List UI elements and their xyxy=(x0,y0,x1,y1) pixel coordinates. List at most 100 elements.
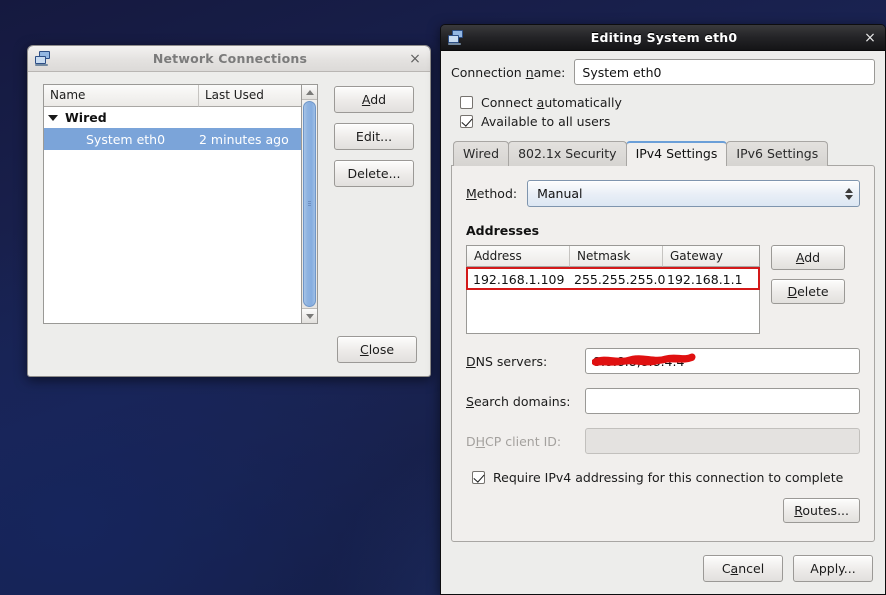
chevron-down-icon[interactable] xyxy=(48,114,58,121)
cell-address[interactable]: 192.168.1.109 xyxy=(468,269,569,288)
available-to-all-users-label: Available to all users xyxy=(481,114,611,129)
network-connections-window: Network Connections × Name Last Used Wir… xyxy=(27,45,431,377)
connections-actions: Add Edit... Delete... xyxy=(318,84,414,324)
edit-dialog-title: Editing System eth0 xyxy=(590,30,738,45)
dhcp-client-id-input xyxy=(585,428,860,454)
close-button-mnemonic: C xyxy=(359,342,369,357)
cell-netmask[interactable]: 255.255.255.0 xyxy=(569,269,665,288)
add-button-label-first: A xyxy=(361,92,371,107)
method-row: Method: Manual xyxy=(466,180,860,207)
dhcp-client-id-label: DHCP client ID: xyxy=(466,433,562,449)
list-item[interactable]: System eth0 2 minutes ago xyxy=(44,128,301,150)
connection-name-label: Connection name: xyxy=(451,64,566,80)
address-delete-label: elete xyxy=(797,284,829,299)
require-ipv4-row[interactable]: Require IPv4 addressing for this connect… xyxy=(472,470,860,485)
scroll-up-button[interactable] xyxy=(302,85,317,100)
column-header-last-used[interactable]: Last Used xyxy=(199,85,301,107)
available-to-all-users-checkbox[interactable] xyxy=(460,115,473,128)
connect-automatically-label: Connect automatically xyxy=(481,95,622,110)
address-delete-button[interactable]: Delete xyxy=(771,279,845,304)
address-add-button[interactable]: Add xyxy=(771,245,845,270)
method-label: Method: xyxy=(466,186,518,201)
connections-list-scrollbar[interactable] xyxy=(301,84,318,324)
list-group-label: Wired xyxy=(65,110,107,125)
table-row[interactable]: 192.168.1.109 255.255.255.0 192.168.1.1 xyxy=(466,267,760,290)
routes-button[interactable]: Routes... xyxy=(783,498,860,523)
dns-servers-row: DNS servers: xyxy=(466,348,860,374)
connections-list[interactable]: Name Last Used Wired System eth0 2 minut… xyxy=(43,84,301,324)
available-to-all-users-row[interactable]: Available to all users xyxy=(460,114,875,129)
column-header-netmask[interactable]: Netmask xyxy=(570,246,663,267)
edit-dialog-body: Connection name: Connect automatically A… xyxy=(441,51,885,594)
network-computers-icon xyxy=(448,29,466,46)
caret-down-icon xyxy=(305,313,314,319)
tab-ipv6-settings[interactable]: IPv6 Settings xyxy=(726,141,829,166)
cell-gateway[interactable]: 192.168.1.1 xyxy=(662,269,758,288)
network-computers-icon xyxy=(35,50,53,67)
addresses-table[interactable]: Address Netmask Gateway 192.168.1.109 25… xyxy=(466,245,760,334)
cancel-label: ncel xyxy=(738,561,765,576)
cancel-prefix: C xyxy=(721,561,731,576)
settings-tabs: Wired 802.1x Security IPv4 Settings IPv6… xyxy=(453,141,875,166)
routes-label: outes... xyxy=(802,503,849,518)
delete-button[interactable]: Delete... xyxy=(334,160,414,187)
connections-area: Name Last Used Wired System eth0 2 minut… xyxy=(43,84,417,324)
connection-name-row: Connection name: xyxy=(451,59,875,85)
close-button[interactable]: Close xyxy=(337,336,417,363)
list-item-last-used: 2 minutes ago xyxy=(199,131,289,147)
add-button-label: dd xyxy=(370,92,387,107)
edit-button[interactable]: Edit... xyxy=(334,123,414,150)
network-connections-body: Name Last Used Wired System eth0 2 minut… xyxy=(28,72,430,376)
connections-list-rows: Wired System eth0 2 minutes ago xyxy=(44,107,301,323)
addresses-title: Addresses xyxy=(466,223,540,238)
tab-ipv4-settings[interactable]: IPv4 Settings xyxy=(625,141,728,166)
addresses-table-header: Address Netmask Gateway xyxy=(467,246,759,267)
require-ipv4-checkbox[interactable] xyxy=(472,471,485,484)
address-add-mnemonic: A xyxy=(795,250,805,265)
scroll-down-button[interactable] xyxy=(302,308,317,323)
close-icon[interactable]: × xyxy=(407,52,423,66)
search-domains-label: Search domains: xyxy=(466,393,571,409)
ipv4-settings-panel: Method: Manual Addresses Address Netmask… xyxy=(451,165,875,542)
addresses-actions: Add Delete xyxy=(771,245,845,334)
tab-802-1x-security[interactable]: 802.1x Security xyxy=(508,141,627,166)
edit-dialog-titlebar: Editing System eth0 × xyxy=(441,25,885,51)
column-header-address[interactable]: Address xyxy=(467,246,570,267)
address-delete-mnemonic: D xyxy=(787,284,798,299)
require-ipv4-label: Require IPv4 addressing for this connect… xyxy=(493,470,844,485)
scrollbar-track[interactable] xyxy=(302,100,317,308)
dns-servers-field-wrap xyxy=(585,348,860,374)
column-header-gateway[interactable]: Gateway xyxy=(663,246,759,267)
address-add-label: dd xyxy=(804,250,821,265)
addresses-area: Address Netmask Gateway 192.168.1.109 25… xyxy=(466,245,860,334)
close-button-label: lose xyxy=(368,342,395,357)
cancel-button[interactable]: Cancel xyxy=(703,555,783,582)
search-domains-input[interactable] xyxy=(585,388,860,414)
list-item-name: System eth0 xyxy=(86,131,166,147)
edit-connection-dialog: Editing System eth0 × Connection name: C… xyxy=(440,24,886,595)
dhcp-client-id-row: DHCP client ID: xyxy=(466,428,860,454)
apply-button[interactable]: Apply... xyxy=(793,555,873,582)
network-connections-titlebar: Network Connections × xyxy=(28,46,430,72)
routes-row: Routes... xyxy=(466,498,860,523)
connection-name-input[interactable] xyxy=(574,59,875,85)
connect-automatically-checkbox[interactable] xyxy=(460,96,473,109)
tab-wired[interactable]: Wired xyxy=(453,141,510,166)
dns-servers-input[interactable] xyxy=(585,348,860,374)
search-domains-row: Search domains: xyxy=(466,388,860,414)
dialog-footer: Cancel Apply... xyxy=(451,542,875,594)
caret-up-icon xyxy=(305,89,314,95)
close-icon[interactable]: × xyxy=(862,31,878,45)
dns-servers-label: DNS servers: xyxy=(466,353,548,369)
connect-automatically-row[interactable]: Connect automatically xyxy=(460,95,875,110)
method-select[interactable]: Manual xyxy=(527,180,860,207)
list-group-wired[interactable]: Wired xyxy=(44,107,301,128)
add-button[interactable]: Add xyxy=(334,86,414,113)
method-value: Manual xyxy=(537,186,583,201)
chevron-updown-icon xyxy=(845,187,853,200)
connections-footer: Close xyxy=(43,324,417,363)
column-header-name[interactable]: Name xyxy=(44,85,199,107)
connections-list-header: Name Last Used xyxy=(44,85,301,107)
scrollbar-thumb[interactable] xyxy=(303,101,316,307)
network-connections-title: Network Connections xyxy=(152,51,308,66)
